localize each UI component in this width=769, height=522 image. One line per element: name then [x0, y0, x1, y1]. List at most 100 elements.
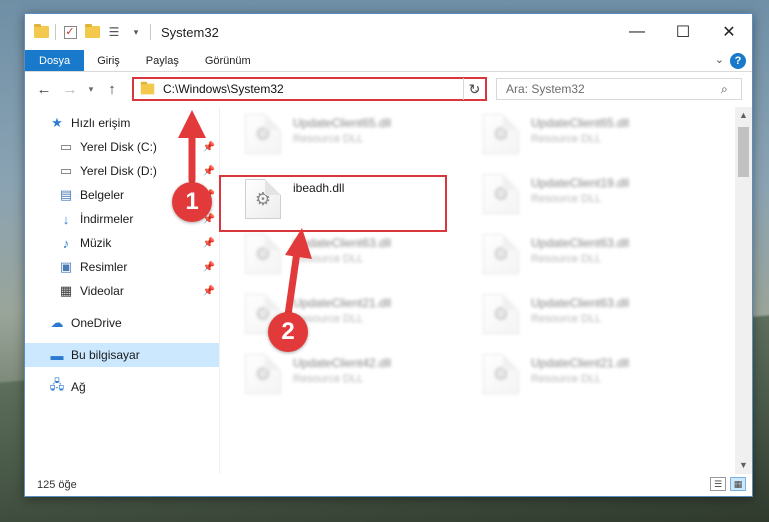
list-item[interactable]: ⚙ UpdateClient63.dll Resource DLL — [245, 232, 475, 286]
network-icon: 🖧 — [49, 377, 65, 392]
list-item[interactable]: ⚙ UpdateClient63.dll Resource DLL — [483, 232, 713, 286]
dll-file-icon: ⚙ — [245, 234, 281, 274]
list-item[interactable]: ⚙ UpdateClient19.dll Resource DLL — [483, 172, 713, 226]
divider — [55, 24, 56, 40]
list-item[interactable]: ⚙ UpdateClient65.dll Resource DLL — [245, 112, 475, 166]
navigation-pane: ★ Hızlı erişim ▭ Yerel Disk (C:) 📌 ▭ Yer… — [25, 107, 220, 474]
drive-icon: ▭ — [59, 139, 73, 154]
file-name: UpdateClient63.dll — [293, 236, 392, 250]
tab-home[interactable]: Giriş — [84, 50, 133, 71]
customize-toolbar-icon[interactable]: ▾ — [128, 24, 144, 40]
sidebar-item-videos[interactable]: ▦ Videolar 📌 — [25, 279, 219, 303]
dll-file-icon: ⚙ — [483, 174, 519, 214]
scroll-down-icon[interactable]: ▼ — [735, 457, 752, 474]
dll-file-icon: ⚙ — [483, 294, 519, 334]
file-name: UpdateClient65.dll — [293, 116, 392, 130]
folder-icon[interactable] — [33, 24, 49, 40]
help-button[interactable]: ? — [730, 53, 746, 69]
sidebar-item-label: Bu bilgisayar — [71, 348, 140, 362]
drive-icon: ▭ — [59, 163, 73, 178]
file-type: Resource DLL — [293, 133, 364, 145]
file-name: UpdateClient65.dll — [531, 116, 630, 130]
dll-file-icon: ⚙ — [483, 114, 519, 154]
navigation-bar: ← → ▾ ↑ C:\Windows\System32 ⌄ ↻ Ara: Sys… — [25, 72, 752, 106]
list-item[interactable]: ⚙ UpdateClient63.dll Resource DLL — [483, 292, 713, 346]
list-item[interactable]: ⚙ UpdateClient42.dll Resource DLL — [245, 352, 475, 406]
vertical-scrollbar[interactable]: ▲ ▼ — [735, 107, 752, 474]
forward-button[interactable]: → — [57, 81, 83, 98]
item-count: 125 öğe — [37, 479, 77, 491]
sidebar-item-label: OneDrive — [71, 316, 122, 330]
scroll-up-icon[interactable]: ▲ — [735, 107, 752, 124]
tab-share[interactable]: Paylaş — [133, 50, 192, 71]
expand-ribbon-icon[interactable]: ⌄ — [715, 53, 724, 66]
sidebar-item-quick-access[interactable]: ★ Hızlı erişim — [25, 111, 219, 135]
scroll-thumb[interactable] — [738, 127, 749, 177]
sidebar-item-label: Ağ — [71, 380, 86, 394]
sidebar-item-onedrive[interactable]: ☁ OneDrive — [25, 311, 219, 335]
ribbon-tabs: Dosya Giriş Paylaş Görünüm ⌄ ? — [25, 50, 752, 72]
search-icon[interactable]: ⌕ — [721, 82, 741, 97]
address-path[interactable]: C:\Windows\System32 — [163, 82, 469, 96]
main-area: ★ Hızlı erişim ▭ Yerel Disk (C:) 📌 ▭ Yer… — [25, 107, 752, 474]
properties-icon[interactable]: ✓ — [62, 24, 78, 40]
download-icon: ↓ — [62, 211, 70, 227]
dll-file-icon: ⚙ — [483, 234, 519, 274]
file-name: UpdateClient63.dll — [531, 236, 630, 250]
sidebar-item-this-pc[interactable]: ▬ Bu bilgisayar — [25, 343, 219, 367]
step-badge-1: 1 — [172, 182, 212, 222]
file-type: Resource DLL — [531, 373, 602, 385]
view-switcher: ☰ ▦ — [710, 477, 746, 491]
divider — [150, 24, 151, 40]
sidebar-item-music[interactable]: ♪ Müzik 📌 — [25, 231, 219, 255]
view-options-icon[interactable]: ☰ — [106, 24, 122, 40]
back-button[interactable]: ← — [31, 81, 57, 98]
target-file-highlight — [219, 175, 447, 232]
tiles-view-icon[interactable]: ▦ — [730, 477, 746, 491]
file-list: ⚙ UpdateClient65.dll Resource DLL ⚙ ibead… — [220, 107, 752, 474]
dll-file-icon: ⚙ — [483, 354, 519, 394]
dll-file-icon: ⚙ — [245, 354, 281, 394]
minimize-button[interactable]: — — [614, 14, 660, 50]
recent-locations-button[interactable]: ▾ — [83, 84, 99, 95]
maximize-button[interactable]: ☐ — [660, 14, 706, 50]
list-item[interactable]: ⚙ UpdateClient21.dll Resource DLL — [483, 352, 713, 406]
new-folder-icon[interactable] — [84, 24, 100, 40]
file-name: UpdateClient42.dll — [293, 356, 392, 370]
file-name: UpdateClient19.dll — [531, 176, 630, 190]
folder-icon — [140, 81, 155, 95]
file-type: Resource DLL — [293, 373, 364, 385]
file-type: Resource DLL — [531, 253, 602, 265]
film-icon: ▦ — [59, 283, 73, 298]
pin-icon: 📌 — [202, 261, 215, 273]
file-type: Resource DLL — [531, 133, 602, 145]
picture-icon: ▣ — [59, 259, 73, 274]
list-item[interactable]: ⚙ UpdateClient65.dll Resource DLL — [483, 112, 713, 166]
refresh-button[interactable]: ↻ — [463, 78, 485, 100]
tab-view[interactable]: Görünüm — [192, 50, 264, 71]
sidebar-item-local-disk-c[interactable]: ▭ Yerel Disk (C:) 📌 — [25, 135, 219, 159]
search-input[interactable]: Ara: System32 ⌕ — [496, 78, 742, 100]
sidebar-item-label: Belgeler — [80, 188, 125, 202]
star-icon: ★ — [51, 115, 63, 130]
document-icon: ▤ — [59, 187, 73, 202]
title-bar: ✓ ☰ ▾ System32 — ☐ ✕ — [25, 14, 752, 50]
up-button[interactable]: ↑ — [99, 81, 125, 98]
tab-file[interactable]: Dosya — [25, 50, 85, 71]
pin-icon: 📌 — [202, 141, 215, 153]
quick-access-toolbar: ✓ ☰ ▾ — [33, 24, 151, 40]
sidebar-item-label: Yerel Disk (D:) — [80, 164, 157, 178]
close-button[interactable]: ✕ — [706, 14, 752, 50]
file-name: UpdateClient21.dll — [293, 296, 392, 310]
file-explorer-window: ✓ ☰ ▾ System32 — ☐ ✕ Dosya Giriş Paylaş … — [24, 13, 753, 497]
details-view-icon[interactable]: ☰ — [710, 477, 726, 491]
sidebar-item-label: İndirmeler — [80, 212, 134, 226]
sidebar-item-network[interactable]: 🖧 Ağ — [25, 375, 219, 399]
sidebar-item-local-disk-d[interactable]: ▭ Yerel Disk (D:) 📌 — [25, 159, 219, 183]
sidebar-item-pictures[interactable]: ▣ Resimler 📌 — [25, 255, 219, 279]
address-bar[interactable]: C:\Windows\System32 ⌄ — [132, 77, 487, 101]
step-badge-2: 2 — [268, 312, 308, 352]
pin-icon: 📌 — [202, 237, 215, 249]
sidebar-item-label: Müzik — [80, 236, 112, 250]
sidebar-item-label: Hızlı erişim — [71, 116, 131, 130]
